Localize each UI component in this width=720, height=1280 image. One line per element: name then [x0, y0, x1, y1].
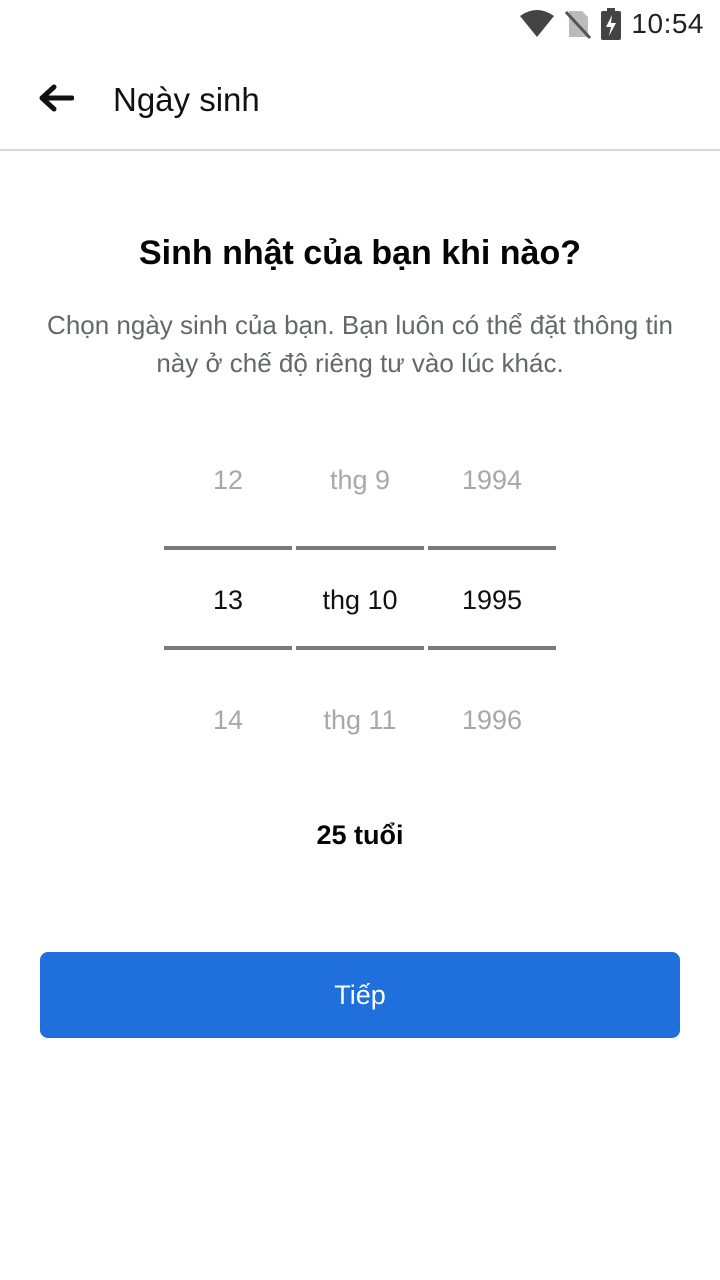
- picker-divider: [164, 646, 292, 650]
- picker-divider: [164, 546, 292, 550]
- day-picker[interactable]: 12 13 14: [164, 420, 292, 780]
- app-bar: Ngày sinh: [0, 48, 720, 151]
- battery-charging-icon: [601, 8, 622, 40]
- age-text: 25 tuổi: [316, 820, 404, 850]
- picker-divider: [296, 646, 424, 650]
- picker-divider: [296, 546, 424, 550]
- month-picker[interactable]: thg 9 thg 10 thg 11: [296, 420, 424, 780]
- month-option-next[interactable]: thg 11: [296, 690, 424, 750]
- status-time: 10:54: [631, 8, 704, 39]
- next-button[interactable]: Tiếp: [40, 952, 680, 1038]
- month-option-prev[interactable]: thg 9: [296, 450, 424, 510]
- wifi-icon: [519, 10, 555, 38]
- picker-divider: [428, 646, 556, 650]
- day-option-selected[interactable]: 13: [164, 570, 292, 630]
- status-bar: 10:54: [0, 0, 720, 48]
- year-option-selected[interactable]: 1995: [428, 570, 556, 630]
- birthday-picker: 12 13 14 thg 9 thg 10 thg 11 1994 1995 1…: [164, 420, 556, 780]
- day-option-prev[interactable]: 12: [164, 450, 292, 510]
- page-title: Ngày sinh: [113, 81, 260, 118]
- month-option-selected[interactable]: thg 10: [296, 570, 424, 630]
- day-option-next[interactable]: 14: [164, 690, 292, 750]
- arrow-left-icon: [38, 84, 75, 117]
- year-picker[interactable]: 1994 1995 1996: [428, 420, 556, 780]
- question-heading: Sinh nhật của bạn khi nào?: [138, 234, 582, 272]
- no-sim-icon: [565, 9, 592, 39]
- back-button[interactable]: [30, 80, 82, 120]
- status-icons: 10:54: [519, 6, 704, 42]
- year-option-prev[interactable]: 1994: [428, 450, 556, 510]
- picker-divider: [428, 546, 556, 550]
- year-option-next[interactable]: 1996: [428, 690, 556, 750]
- description-text: Chọn ngày sinh của bạn. Bạn luôn có thể …: [47, 310, 673, 378]
